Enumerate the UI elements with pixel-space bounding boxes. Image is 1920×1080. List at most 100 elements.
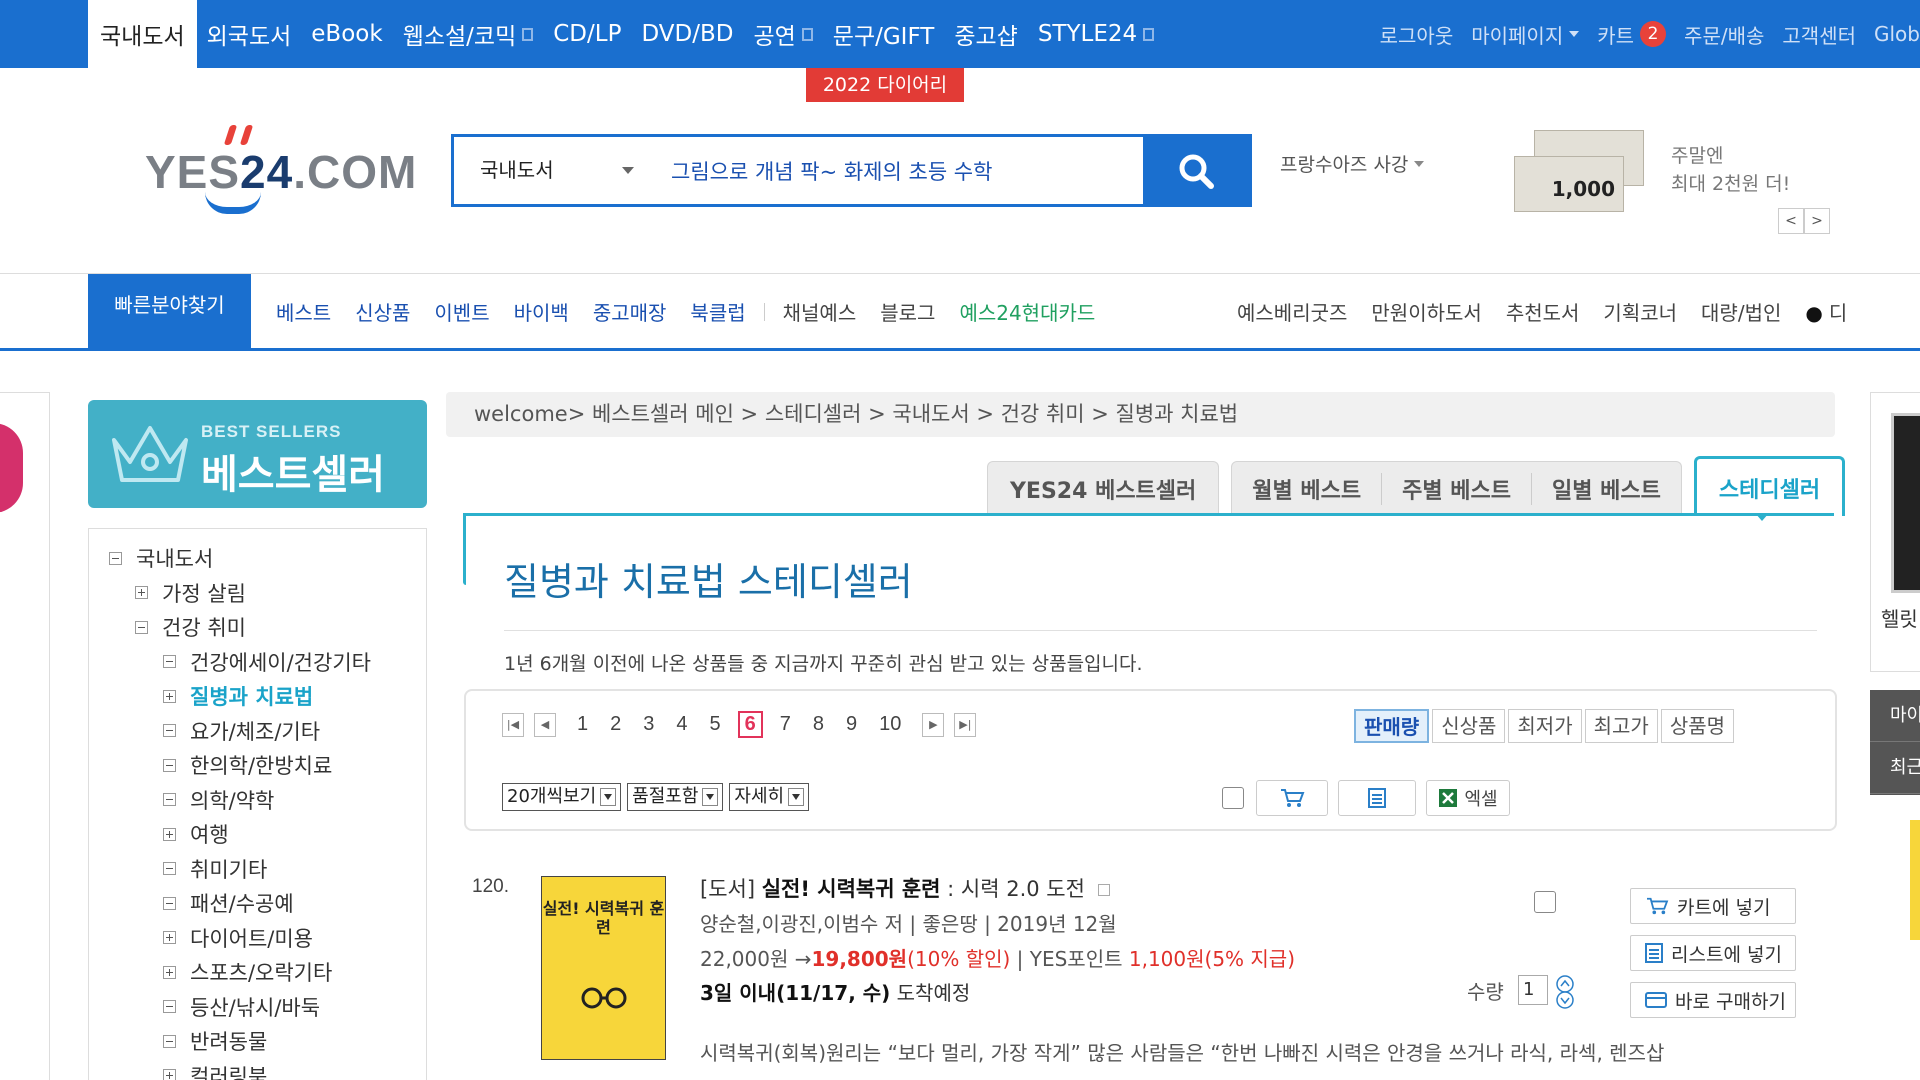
quantity-stepper[interactable]	[1555, 975, 1575, 1009]
excel-download-button[interactable]: 엑셀	[1426, 780, 1510, 816]
page-number[interactable]: 4	[676, 713, 687, 736]
tree-item[interactable]: 등산/낚시/바둑	[89, 990, 426, 1025]
expand-icon[interactable]	[163, 827, 176, 841]
tab-weekly[interactable]: 주별 베스트	[1382, 473, 1533, 505]
yes24-logo[interactable]: YES24.COM	[145, 120, 416, 220]
tab-steady-seller[interactable]: 스테디셀러	[1693, 456, 1846, 516]
chevron-down-icon[interactable]	[622, 167, 634, 174]
top-nav-item[interactable]: 외국도서	[197, 0, 302, 68]
soldout-select[interactable]: 품절포함	[627, 783, 724, 811]
cart-link[interactable]: 카트 2	[1588, 20, 1675, 49]
first-page-button[interactable]: |◀	[502, 712, 524, 737]
collapse-icon[interactable]	[163, 793, 176, 807]
left-side-banner[interactable]	[0, 392, 50, 1080]
category-link[interactable]: 기획코너	[1591, 297, 1689, 326]
page-number[interactable]: 2	[610, 713, 621, 736]
ad-prev-button[interactable]: <	[1778, 208, 1804, 234]
add-selected-to-cart-button[interactable]	[1256, 780, 1328, 816]
category-link[interactable]: 바이백	[502, 297, 581, 326]
category-link[interactable]: 만원이하도서	[1359, 297, 1493, 326]
banner-ad[interactable]: 1,000 주말엔 최대 2천원 더! < >	[1514, 130, 1834, 234]
tree-item[interactable]: 다이어트/미용	[89, 921, 426, 956]
quick-category-button[interactable]: 빠른분야찾기	[88, 274, 251, 349]
next-page-button[interactable]: ▶	[922, 712, 945, 737]
bestseller-logo[interactable]: BEST SELLERS 베스트셀러	[88, 400, 427, 508]
page-number[interactable]: 10	[879, 713, 901, 736]
buy-now-button[interactable]: 바로 구매하기	[1630, 982, 1796, 1018]
page-number[interactable]: 5	[710, 713, 721, 736]
customer-center-link[interactable]: 고객센터	[1773, 20, 1865, 49]
tree-item[interactable]: 스포츠/오락기타	[89, 955, 426, 990]
search-input[interactable]	[671, 137, 1091, 204]
tree-item[interactable]: 건강 취미	[89, 610, 426, 645]
tree-item[interactable]: 취미기타	[89, 852, 426, 887]
category-link[interactable]: 예스베리굿즈	[1225, 297, 1359, 326]
tree-item[interactable]: 반려동물	[89, 1024, 426, 1059]
top-nav-item[interactable]: 웹소설/코믹	[393, 0, 544, 68]
sort-button[interactable]: 최고가	[1584, 709, 1658, 743]
tree-item[interactable]: 여행	[89, 817, 426, 852]
page-number[interactable]: 7	[780, 713, 791, 736]
tree-item[interactable]: 컬러링북	[89, 1059, 426, 1080]
card-promo-link[interactable]: 예스24현대카드	[947, 297, 1107, 326]
tree-item[interactable]: 의학/약학	[89, 783, 426, 818]
last-page-button[interactable]: ▶|	[954, 712, 977, 737]
tree-item[interactable]: 질병과 치료법	[89, 679, 426, 714]
top-nav-item[interactable]: 중고샵	[944, 0, 1027, 68]
logout-link[interactable]: 로그아웃	[1371, 20, 1463, 49]
top-nav-item[interactable]: 공연	[743, 0, 822, 68]
page-number[interactable]: 9	[846, 713, 857, 736]
detail-select[interactable]: 자세히	[729, 783, 810, 811]
category-link[interactable]: 베스트	[264, 297, 343, 326]
collapse-icon[interactable]	[163, 758, 176, 772]
category-link[interactable]: 북클럽	[678, 297, 757, 326]
quick-menu-recent[interactable]: 최근	[1870, 742, 1920, 794]
expand-icon[interactable]	[163, 1069, 176, 1080]
quick-menu-my[interactable]: 마이	[1870, 690, 1920, 742]
sort-button[interactable]: 판매량	[1354, 709, 1430, 743]
quantity-input[interactable]: 1	[1518, 975, 1548, 1005]
add-selected-to-list-button[interactable]	[1338, 780, 1416, 816]
category-link[interactable]: ● 디	[1793, 297, 1859, 326]
top-nav-item[interactable]: CD/LP	[543, 0, 631, 68]
search-category-select[interactable]: 국내도서	[480, 137, 554, 204]
select-all-checkbox[interactable]	[1222, 787, 1244, 809]
sort-button[interactable]: 신상품	[1432, 709, 1506, 743]
collapse-icon[interactable]	[163, 1000, 176, 1014]
expand-icon[interactable]	[163, 689, 176, 703]
collapse-icon[interactable]	[135, 620, 148, 634]
prev-page-button[interactable]: ◀	[534, 712, 556, 737]
top-nav-item[interactable]: 문구/GIFT	[823, 0, 945, 68]
category-link[interactable]: 이벤트	[422, 297, 501, 326]
page-number[interactable]: 8	[813, 713, 824, 736]
expand-icon[interactable]	[135, 586, 148, 600]
page-number[interactable]: 3	[643, 713, 654, 736]
top-nav-item[interactable]: eBook	[301, 0, 392, 68]
item-title[interactable]: [도서] 실전! 시력복귀 훈련 : 시력 2.0 도전	[700, 873, 1110, 903]
collapse-icon[interactable]	[109, 551, 122, 565]
category-link[interactable]: 신상품	[343, 297, 422, 326]
right-side-ad[interactable]	[1910, 820, 1920, 940]
collapse-icon[interactable]	[163, 655, 176, 669]
keyword-roll[interactable]: 프랑수아즈 사강	[1280, 150, 1425, 177]
tab-yes24-bestseller[interactable]: YES24 베스트셀러	[987, 461, 1220, 516]
category-link[interactable]: 채널예스	[771, 297, 869, 326]
collapse-icon[interactable]	[163, 896, 176, 910]
category-link[interactable]: 블로그	[868, 297, 947, 326]
tree-item[interactable]: 패션/수공예	[89, 886, 426, 921]
tree-item[interactable]: 가정 살림	[89, 576, 426, 611]
tree-item[interactable]: 국내도서	[89, 541, 426, 576]
per-page-select[interactable]: 20개씩보기	[502, 783, 622, 811]
top-nav-item[interactable]: DVD/BD	[631, 0, 743, 68]
top-nav-item[interactable]: 국내도서	[88, 0, 197, 68]
sort-button[interactable]: 상품명	[1660, 709, 1735, 743]
mypage-link[interactable]: 마이페이지	[1462, 20, 1588, 49]
tree-item[interactable]: 한의학/한방치료	[89, 748, 426, 783]
collapse-icon[interactable]	[163, 1034, 176, 1048]
global-link[interactable]: Glob	[1865, 22, 1920, 46]
orders-link[interactable]: 주문/배송	[1675, 20, 1773, 49]
search-button[interactable]	[1143, 137, 1249, 204]
new-window-icon[interactable]	[1097, 884, 1110, 896]
tab-monthly[interactable]: 월별 베스트	[1232, 473, 1383, 505]
category-link[interactable]: 대량/법인	[1689, 297, 1793, 326]
